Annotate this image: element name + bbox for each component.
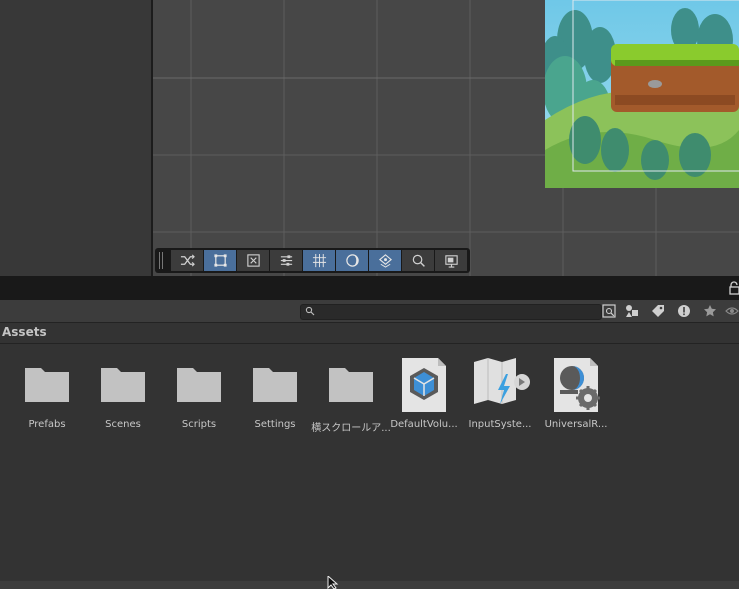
gizmo-icon bbox=[378, 254, 392, 268]
input-actions-icon bbox=[474, 358, 530, 404]
transform-icon bbox=[246, 254, 260, 267]
volume-profile-icon bbox=[402, 358, 446, 412]
folder-icon bbox=[101, 368, 145, 402]
shuffle-tool-button[interactable] bbox=[171, 250, 203, 271]
asset-label: DefaultVolu... bbox=[390, 419, 458, 430]
asset-label: Scenes bbox=[105, 419, 141, 430]
search-icon bbox=[305, 306, 315, 316]
project-search-field[interactable] bbox=[300, 304, 602, 320]
scene-overlay-toolbar bbox=[155, 248, 470, 273]
asset-label: InputSyste... bbox=[468, 419, 532, 430]
folder-icon bbox=[329, 368, 373, 402]
grid-snap-button[interactable] bbox=[303, 250, 335, 271]
warning-icon bbox=[678, 305, 690, 317]
folder-icon bbox=[253, 368, 297, 402]
asset-label: UniversalR... bbox=[544, 419, 608, 430]
asset-item-input-actions[interactable]: InputSyste... bbox=[460, 356, 536, 436]
shading-mode-button[interactable] bbox=[336, 250, 368, 271]
visibility-toggle-button[interactable] bbox=[725, 302, 739, 320]
scene-search-button[interactable] bbox=[402, 250, 434, 271]
tag-icon bbox=[652, 305, 664, 317]
project-footer-bar bbox=[0, 581, 739, 589]
scene-view[interactable] bbox=[153, 0, 739, 276]
transform-tool-button[interactable] bbox=[237, 250, 269, 271]
asset-item-folder[interactable]: Settings bbox=[235, 356, 311, 436]
camera-icon bbox=[444, 255, 458, 268]
filter-by-type-button[interactable] bbox=[623, 302, 641, 320]
scene-camera-button[interactable] bbox=[435, 250, 467, 271]
asset-label: Prefabs bbox=[28, 419, 66, 430]
folder-icon bbox=[177, 368, 221, 402]
asset-item-folder[interactable]: Scripts bbox=[159, 356, 235, 436]
eye-icon bbox=[725, 307, 739, 315]
asset-label: Settings bbox=[254, 419, 296, 430]
rect-select-icon bbox=[213, 254, 227, 267]
asset-item-volume-profile[interactable]: DefaultVolu... bbox=[384, 356, 460, 436]
grid-snap-icon bbox=[312, 253, 326, 268]
asset-item-folder[interactable]: 横スクロールア... bbox=[311, 356, 391, 436]
gizmos-toggle-button[interactable] bbox=[369, 250, 401, 271]
search-icon bbox=[412, 254, 425, 267]
shuffle-icon bbox=[180, 254, 195, 267]
search-type-icon bbox=[602, 304, 616, 318]
search-by-type-button[interactable] bbox=[600, 302, 618, 320]
star-icon bbox=[704, 305, 716, 317]
favorites-button[interactable] bbox=[701, 302, 719, 320]
breadcrumb-assets[interactable]: Assets bbox=[2, 325, 47, 339]
asset-item-folder[interactable]: Prefabs bbox=[7, 356, 83, 436]
console-errors-button[interactable] bbox=[675, 302, 693, 320]
asset-item-render-pipeline[interactable]: UniversalR... bbox=[536, 356, 612, 436]
render-pipeline-icon bbox=[554, 358, 600, 412]
asset-grid: Prefabs Scenes Scripts Settings 横スクロールア.… bbox=[0, 344, 739, 581]
toolbar-grip-handle[interactable] bbox=[159, 252, 169, 269]
mouse-cursor-icon bbox=[327, 576, 339, 589]
folder-icon bbox=[25, 368, 69, 402]
asset-item-folder[interactable]: Scenes bbox=[83, 356, 159, 436]
asset-label: 横スクロールア... bbox=[311, 423, 391, 434]
sliders-icon bbox=[280, 255, 292, 266]
search-input[interactable] bbox=[317, 305, 597, 319]
game-sprite-preview bbox=[545, 0, 739, 188]
asset-label: Scripts bbox=[181, 419, 217, 430]
filter-by-label-button[interactable] bbox=[649, 302, 667, 320]
rect-tool-button[interactable] bbox=[204, 250, 236, 271]
window-tab-strip bbox=[0, 276, 739, 300]
breadcrumb: Assets bbox=[0, 323, 739, 344]
shading-icon bbox=[345, 254, 359, 267]
lock-icon[interactable] bbox=[729, 281, 739, 295]
settings-tool-button[interactable] bbox=[270, 250, 302, 271]
shapes-icon bbox=[626, 305, 638, 317]
hierarchy-panel bbox=[0, 0, 152, 276]
